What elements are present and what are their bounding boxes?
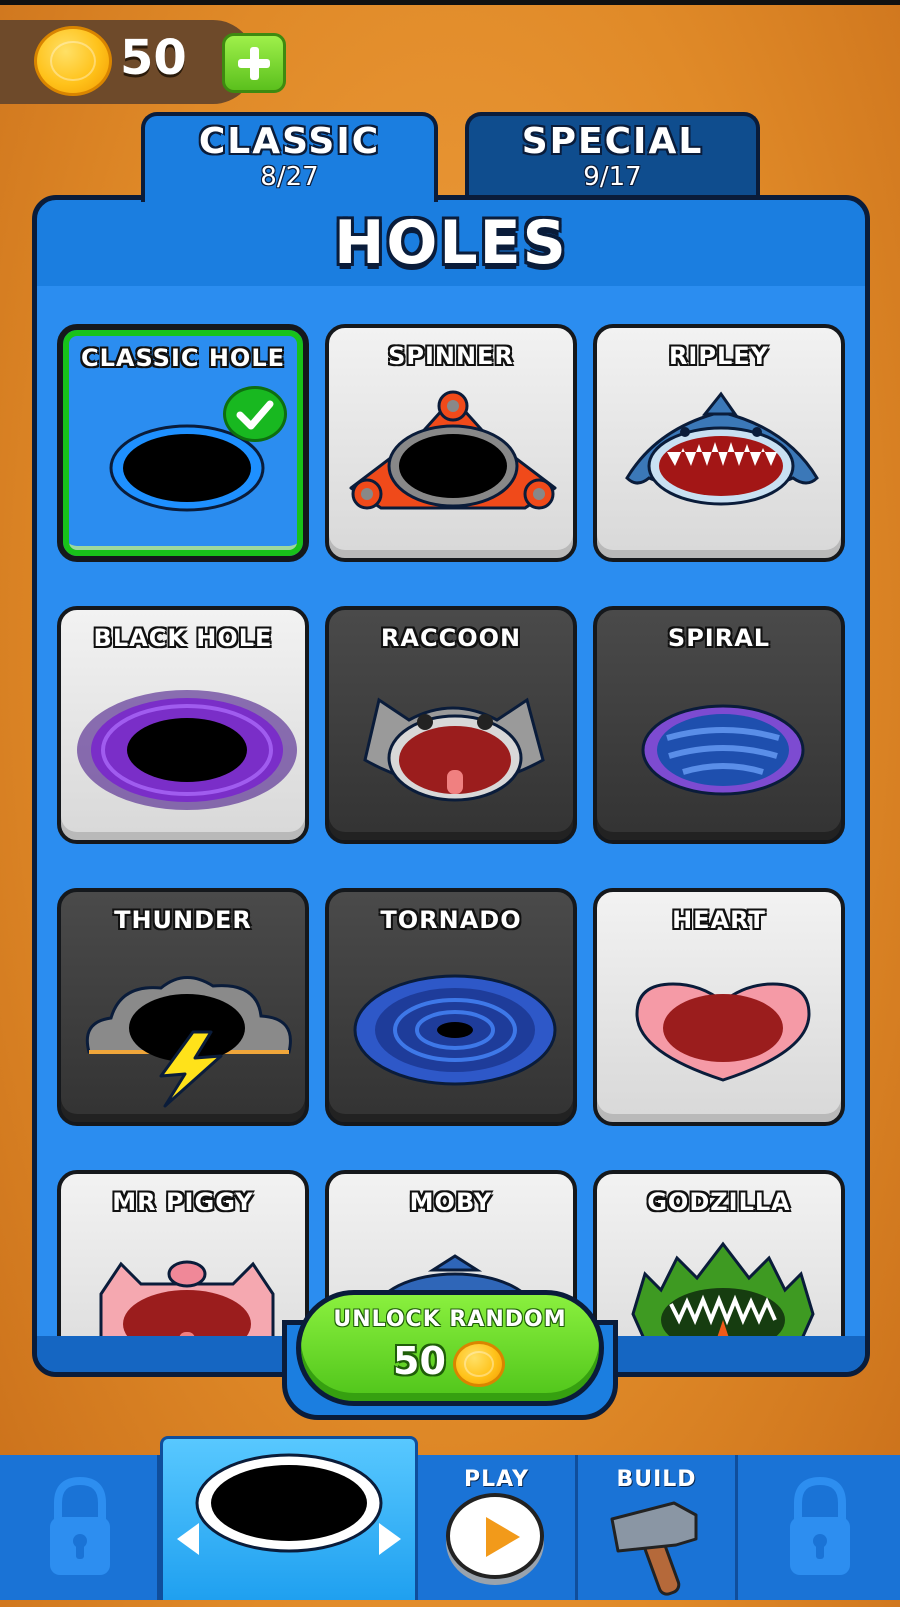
tab-classic-count: 8/27: [260, 162, 319, 192]
prev-arrow-icon[interactable]: [173, 1519, 203, 1559]
tab-special-count: 9/17: [583, 162, 642, 192]
unlock-random-label: UNLOCK RANDOM: [333, 1307, 567, 1332]
coin-icon: [453, 1341, 505, 1387]
lock-icon: [50, 1476, 110, 1575]
classic-hole-icon: [109, 424, 265, 512]
tab-classic-title: CLASSIC: [198, 121, 381, 162]
coin-balance: 50: [120, 30, 187, 86]
holes-grid[interactable]: CLASSIC HOLE SPINNER RIPLEY BLACK HOLE R…: [37, 286, 865, 1346]
shark-hole-icon: [625, 391, 819, 506]
hole-card-ripley[interactable]: RIPLEY: [593, 324, 845, 562]
tab-classic[interactable]: CLASSIC 8/27: [141, 112, 438, 202]
hole-card-tornado[interactable]: TORNADO: [325, 888, 577, 1126]
add-coins-button[interactable]: [222, 33, 286, 93]
unlock-random-cost: 50: [393, 1339, 446, 1383]
hole-card-black-hole[interactable]: BLACK HOLE: [57, 606, 309, 844]
hole-card-spiral[interactable]: SPIRAL: [593, 606, 845, 844]
thunder-hole-icon: [85, 976, 292, 1108]
hole-card-spinner[interactable]: SPINNER: [325, 324, 577, 562]
build-label: BUILD: [616, 1467, 697, 1492]
nav-build[interactable]: BUILD: [578, 1455, 738, 1600]
hole-card-heart[interactable]: HEART: [593, 888, 845, 1126]
hole-card-thunder[interactable]: THUNDER: [57, 888, 309, 1126]
hole-card-godzilla[interactable]: GODZILLA: [593, 1170, 845, 1346]
spiral-hole-icon: [641, 704, 805, 796]
heart-hole-icon: [635, 982, 811, 1082]
coin-icon: [34, 26, 112, 96]
nav-locked-left[interactable]: [0, 1455, 160, 1600]
nav-play[interactable]: PLAY: [418, 1455, 578, 1600]
tab-special[interactable]: SPECIAL 9/17: [465, 112, 760, 202]
spinner-hole-icon: [349, 390, 557, 510]
panel-title: HOLES: [334, 208, 568, 278]
pig-hole-icon: [99, 1260, 275, 1346]
top-strip: [0, 0, 900, 5]
hole-card-mr-piggy[interactable]: MR PIGGY: [57, 1170, 309, 1346]
nav-hole-selector[interactable]: [160, 1436, 418, 1600]
next-arrow-icon[interactable]: [375, 1519, 405, 1559]
hole-card-classic-hole[interactable]: CLASSIC HOLE: [57, 324, 309, 562]
raccoon-hole-icon: [363, 697, 545, 802]
unlock-random-button[interactable]: UNLOCK RANDOM 50: [296, 1290, 604, 1406]
nav-locked-right[interactable]: [738, 1455, 900, 1600]
play-label: PLAY: [464, 1467, 529, 1492]
bottom-nav: PLAY BUILD: [0, 1455, 900, 1600]
godzilla-hole-icon: [631, 1241, 815, 1346]
tab-special-title: SPECIAL: [521, 121, 704, 162]
tornado-hole-icon: [353, 974, 557, 1086]
hole-card-raccoon[interactable]: RACCOON: [325, 606, 577, 844]
black-hole-icon: [77, 690, 297, 810]
selected-check-icon: [223, 386, 287, 442]
lock-icon: [790, 1476, 850, 1575]
play-button[interactable]: [446, 1493, 544, 1579]
holes-panel: HOLES CLASSIC HOLE SPINNER RIPLEY BLACK …: [32, 195, 870, 1377]
